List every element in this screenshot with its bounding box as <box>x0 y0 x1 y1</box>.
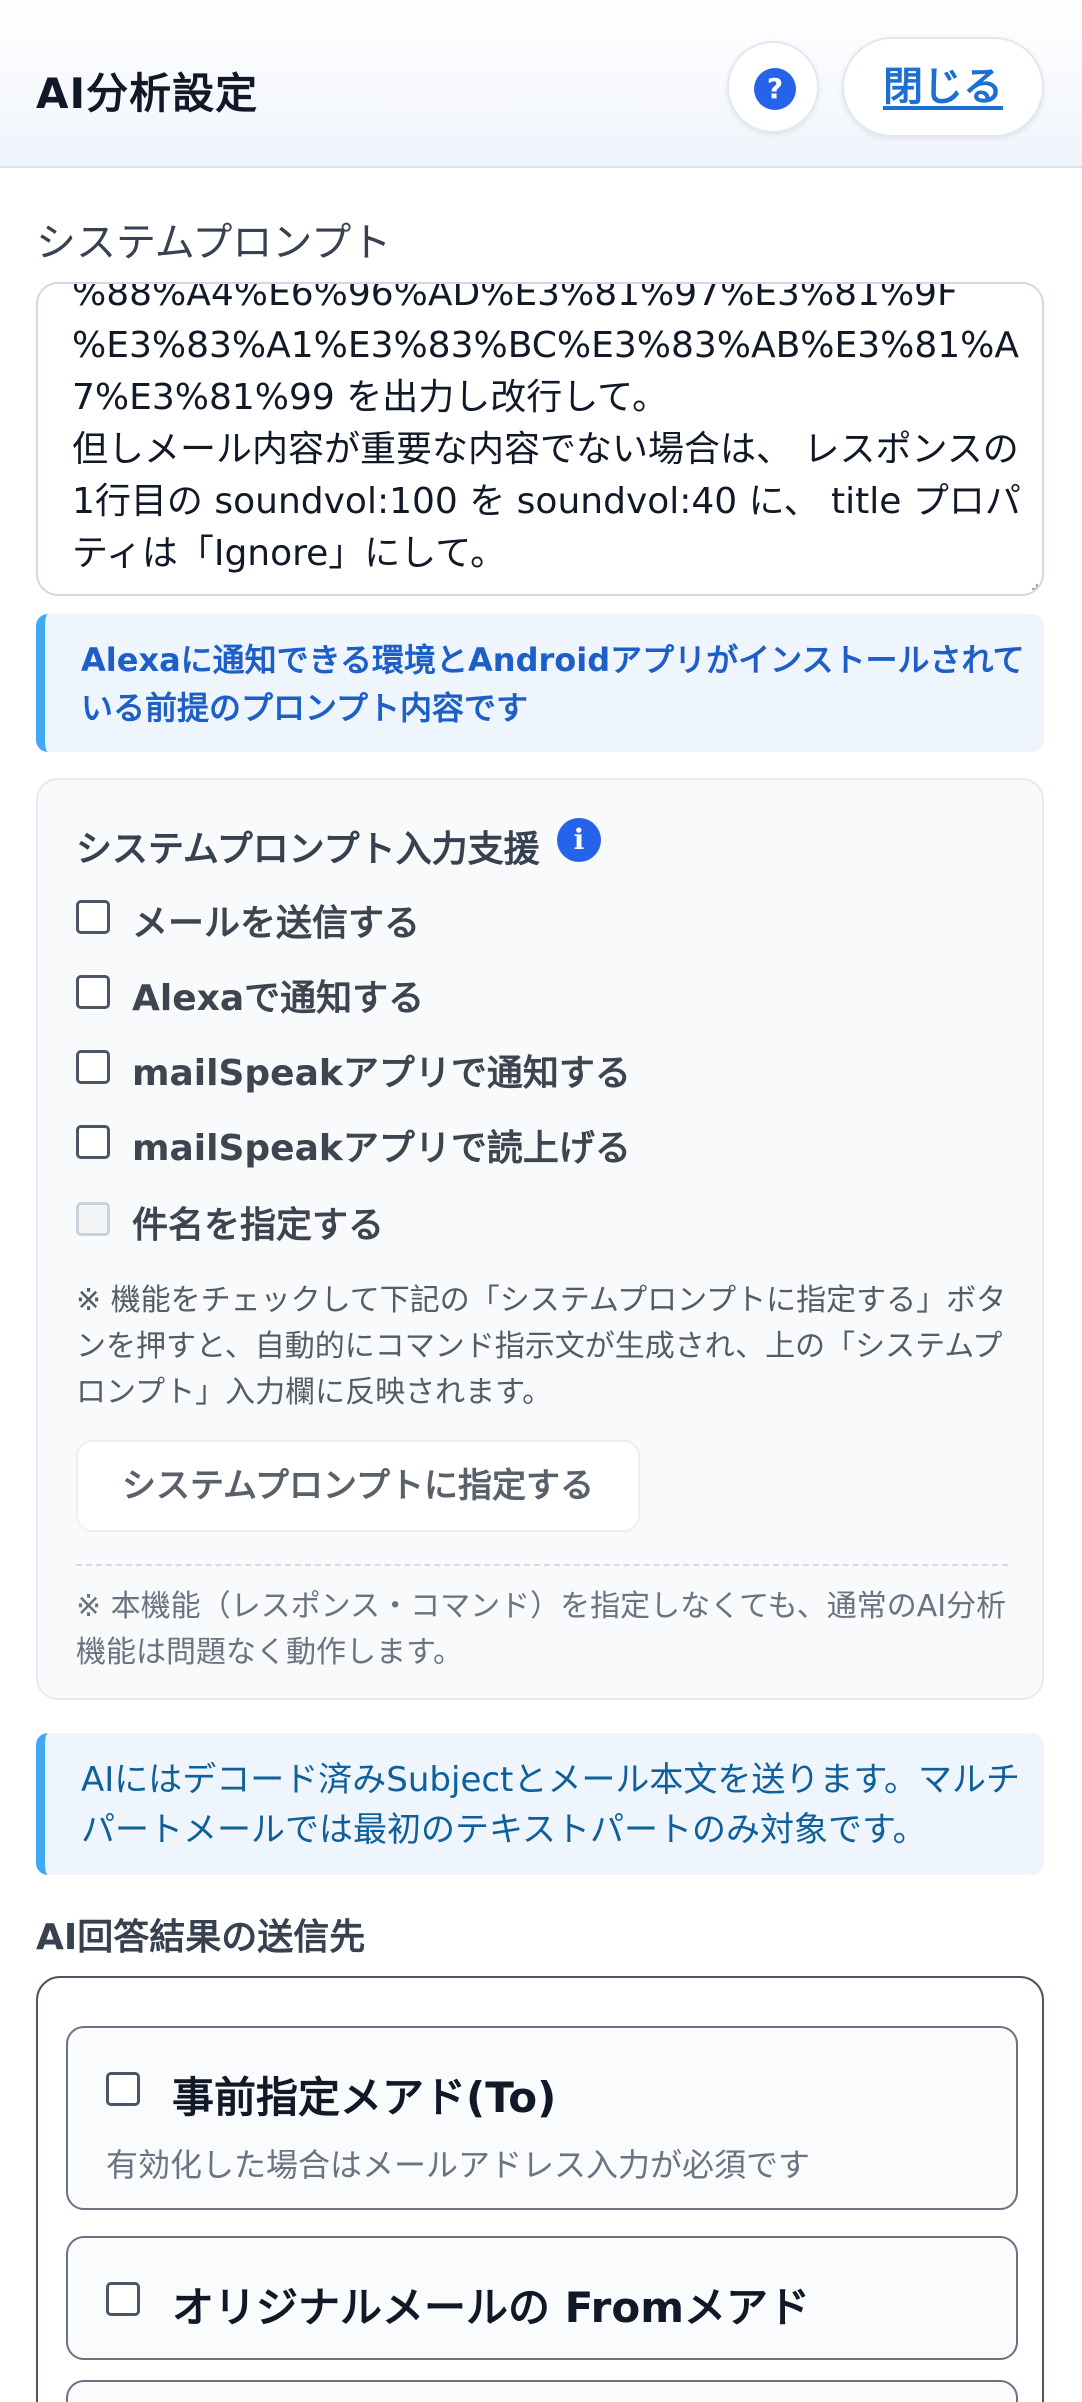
system-prompt-textarea[interactable]: %88%A4%E6%96%AD%E3%81%97%E3%81%9F %E3%83… <box>36 282 1044 596</box>
destination-original-from[interactable]: オリジナルメールの Fromメアド <box>66 2236 1018 2360</box>
destinations-panel: 事前指定メアド(To) 有効化した場合はメールアドレス入力が必須です オリジナル… <box>36 1976 1044 2402</box>
checkbox[interactable] <box>106 2072 140 2106</box>
close-button[interactable]: 閉じる <box>842 37 1044 137</box>
help-button[interactable]: ? <box>727 41 819 133</box>
prompt-assist-panel: システムプロンプト入力支援 i メールを送信する Alexaで通知する mail… <box>36 778 1044 1700</box>
option-label: mailSpeakアプリで通知する <box>132 1053 631 1094</box>
system-prompt-text: %88%A4%E6%96%AD%E3%81%97%E3%81%9F %E3%83… <box>72 282 1021 574</box>
ai-analysis-settings-page: AI分析設定 ? 閉じる システムプロンプト %88%A4%E6%96%AD%E… <box>0 0 1082 2402</box>
dashed-divider <box>76 1564 1008 1566</box>
option-label: メールを送信する <box>132 903 421 944</box>
checkbox[interactable] <box>76 900 110 934</box>
prerequisite-note: Alexaに通知できる環境とAndroidアプリがインストールされている前提のプ… <box>36 614 1044 752</box>
page-title: AI分析設定 <box>36 69 259 118</box>
ai-payload-note: AIにはデコード済みSubjectとメール本文を送ります。マルチパートメールでは… <box>36 1733 1044 1875</box>
prerequisite-note-text: Alexaに通知できる環境とAndroidアプリがインストールされている前提のプ… <box>81 641 1025 727</box>
apply-to-system-prompt-button[interactable]: システムプロンプトに指定する <box>76 1440 640 1532</box>
option-label: mailSpeakアプリで読上げる <box>132 1128 631 1169</box>
checkbox[interactable] <box>106 2282 140 2316</box>
checkbox[interactable] <box>76 975 110 1009</box>
help-icon: ? <box>754 68 796 110</box>
header-bar: AI分析設定 ? 閉じる <box>0 0 1082 168</box>
destination-card-partial[interactable] <box>66 2380 1018 2402</box>
option-label: 件名を指定する <box>132 1205 385 1246</box>
checkbox[interactable] <box>76 1125 110 1159</box>
destination-label: オリジナルメールの Fromメアド <box>172 2283 810 2332</box>
checkbox[interactable] <box>76 1050 110 1084</box>
ai-payload-note-text: AIにはデコード済みSubjectとメール本文を送ります。マルチパートメールでは… <box>81 1760 1020 1850</box>
assist-footnote: ※ 本機能（レスポンス・コマンド）を指定しなくても、通常のAI分析機能は問題なく… <box>76 1589 1007 1670</box>
assist-title: システムプロンプト入力支援 <box>76 829 540 870</box>
destination-label: 事前指定メアド(To) <box>172 2073 557 2122</box>
destination-preset-to[interactable]: 事前指定メアド(To) 有効化した場合はメールアドレス入力が必須です <box>66 2026 1018 2210</box>
destination-description: 有効化した場合はメールアドレス入力が必須です <box>106 2146 811 2184</box>
info-icon[interactable]: i <box>557 818 601 862</box>
resize-handle-icon[interactable] <box>1032 584 1038 590</box>
option-label: Alexaで通知する <box>132 978 425 1019</box>
destinations-heading: AI回答結果の送信先 <box>36 1917 366 1958</box>
checkbox-disabled <box>76 1202 110 1236</box>
system-prompt-label: システムプロンプト <box>36 220 392 266</box>
assist-instructions: ※ 機能をチェックして下記の「システムプロンプトに指定する」ボタンを押すと、自動… <box>76 1283 1007 1410</box>
